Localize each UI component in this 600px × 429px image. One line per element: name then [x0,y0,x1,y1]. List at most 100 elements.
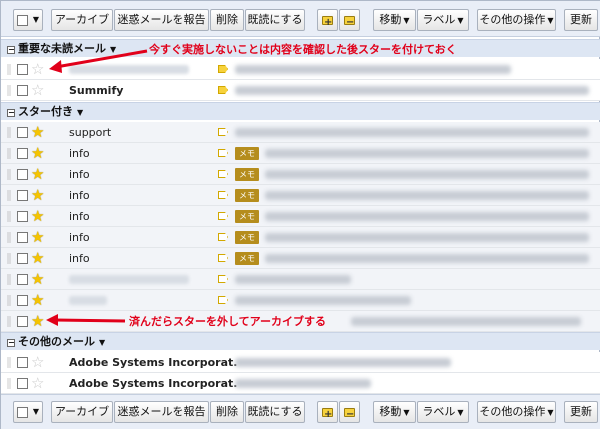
row-checkbox[interactable] [17,190,28,201]
star-empty-icon[interactable]: ☆ [31,374,44,392]
star-empty-icon[interactable]: ☆ [31,60,44,78]
star-filled-icon[interactable]: ★ [31,249,44,267]
email-row[interactable]: ★ info メモ [1,185,600,206]
drag-handle-icon[interactable] [7,64,11,75]
more-actions-button[interactable]: その他の操作 ▼ [477,401,556,423]
row-checkbox[interactable] [17,64,28,75]
drag-handle-icon[interactable] [7,378,11,389]
row-checkbox[interactable] [17,148,28,159]
report-spam-button[interactable]: 迷惑メールを報告 [114,9,209,31]
memo-label-badge[interactable]: メモ [235,168,259,181]
row-checkbox[interactable] [17,127,28,138]
drag-handle-icon[interactable] [7,295,11,306]
mark-read-button[interactable]: 既読にする [245,9,305,31]
memo-label-badge[interactable]: メモ [235,210,259,223]
chevron-down-icon: ▼ [457,16,464,25]
section-header-other[interactable]: − その他のメール ▼ [1,332,600,350]
important-marker-icon[interactable] [218,212,228,220]
add-to-important-button[interactable] [317,9,338,31]
row-checkbox[interactable] [17,295,28,306]
important-marker-icon[interactable] [218,275,228,283]
email-row[interactable]: ☆ Adobe Systems Incorporat. [1,352,600,373]
remove-important-button[interactable] [339,9,360,31]
important-marker-icon[interactable] [218,86,228,94]
important-marker-icon[interactable] [218,233,228,241]
drag-handle-icon[interactable] [7,316,11,327]
important-marker-icon[interactable] [218,254,228,262]
important-marker-icon[interactable] [218,128,228,136]
remove-important-button[interactable] [339,401,360,423]
memo-label-badge[interactable]: メモ [235,189,259,202]
email-row[interactable]: ★ info メモ [1,143,600,164]
memo-label-badge[interactable]: メモ [235,231,259,244]
more-actions-button[interactable]: その他の操作 ▼ [477,9,556,31]
email-row[interactable]: ☆ [1,59,600,80]
memo-label-badge[interactable]: メモ [235,252,259,265]
drag-handle-icon[interactable] [7,274,11,285]
row-checkbox[interactable] [17,85,28,96]
email-row[interactable]: ★ info メモ [1,248,600,269]
drag-handle-icon[interactable] [7,232,11,243]
star-empty-icon[interactable]: ☆ [31,353,44,371]
star-empty-icon[interactable]: ☆ [31,81,44,99]
email-row[interactable]: ★ info メモ [1,227,600,248]
important-marker-icon[interactable] [218,149,228,157]
star-filled-icon[interactable]: ★ [31,228,44,246]
add-to-important-button[interactable] [317,401,338,423]
report-spam-button[interactable]: 迷惑メールを報告 [114,401,209,423]
row-checkbox[interactable] [17,357,28,368]
mark-read-button[interactable]: 既読にする [245,401,305,423]
important-marker-icon[interactable] [218,65,228,73]
email-row[interactable]: ★ [1,269,600,290]
labels-button[interactable]: ラベル ▼ [417,9,469,31]
email-row[interactable]: ★ info メモ [1,206,600,227]
select-all-checkbox[interactable]: ▼ [13,9,43,31]
row-checkbox[interactable] [17,232,28,243]
delete-button[interactable]: 削除 [210,9,244,31]
drag-handle-icon[interactable] [7,127,11,138]
row-checkbox[interactable] [17,316,28,327]
email-row[interactable]: ☆ Summify [1,80,600,101]
drag-handle-icon[interactable] [7,169,11,180]
row-checkbox[interactable] [17,169,28,180]
row-checkbox[interactable] [17,274,28,285]
star-filled-icon[interactable]: ★ [31,291,44,309]
select-all-checkbox[interactable]: ▼ [13,401,43,423]
star-filled-icon[interactable]: ★ [31,270,44,288]
drag-handle-icon[interactable] [7,211,11,222]
star-filled-icon[interactable]: ★ [31,312,44,330]
row-checkbox[interactable] [17,253,28,264]
drag-handle-icon[interactable] [7,357,11,368]
star-filled-icon[interactable]: ★ [31,123,44,141]
star-filled-icon[interactable]: ★ [31,207,44,225]
section-header-starred[interactable]: − スター付き ▼ [1,102,600,120]
email-row[interactable]: ★ support [1,122,600,143]
row-checkbox[interactable] [17,211,28,222]
checkbox-icon [16,14,28,26]
star-filled-icon[interactable]: ★ [31,186,44,204]
drag-handle-icon[interactable] [7,253,11,264]
archive-button[interactable]: アーカイブ [51,9,113,31]
email-row[interactable]: ☆ Adobe Systems Incorporat. [1,373,600,394]
move-button[interactable]: 移動 ▼ [373,9,416,31]
refresh-button[interactable]: 更新 [564,401,598,423]
important-marker-icon[interactable] [218,191,228,199]
drag-handle-icon[interactable] [7,85,11,96]
refresh-button[interactable]: 更新 [564,9,598,31]
star-filled-icon[interactable]: ★ [31,144,44,162]
annotation-bottom: 済んだらスターを外してアーカイブする [129,315,327,328]
delete-button[interactable]: 削除 [210,401,244,423]
important-marker-icon[interactable] [218,296,228,304]
labels-button[interactable]: ラベル ▼ [417,401,469,423]
important-marker-icon[interactable] [218,170,228,178]
gmail-inbox-panel: ▼ アーカイブ 迷惑メールを報告 削除 既読にする 移動▼ ラベル▼ その他の操… [0,0,600,429]
email-row[interactable]: ★ info メモ [1,164,600,185]
memo-label-badge[interactable]: メモ [235,147,259,160]
row-checkbox[interactable] [17,378,28,389]
email-row[interactable]: ★ [1,290,600,311]
star-filled-icon[interactable]: ★ [31,165,44,183]
move-button[interactable]: 移動 ▼ [373,401,416,423]
drag-handle-icon[interactable] [7,148,11,159]
drag-handle-icon[interactable] [7,190,11,201]
archive-button[interactable]: アーカイブ [51,401,113,423]
